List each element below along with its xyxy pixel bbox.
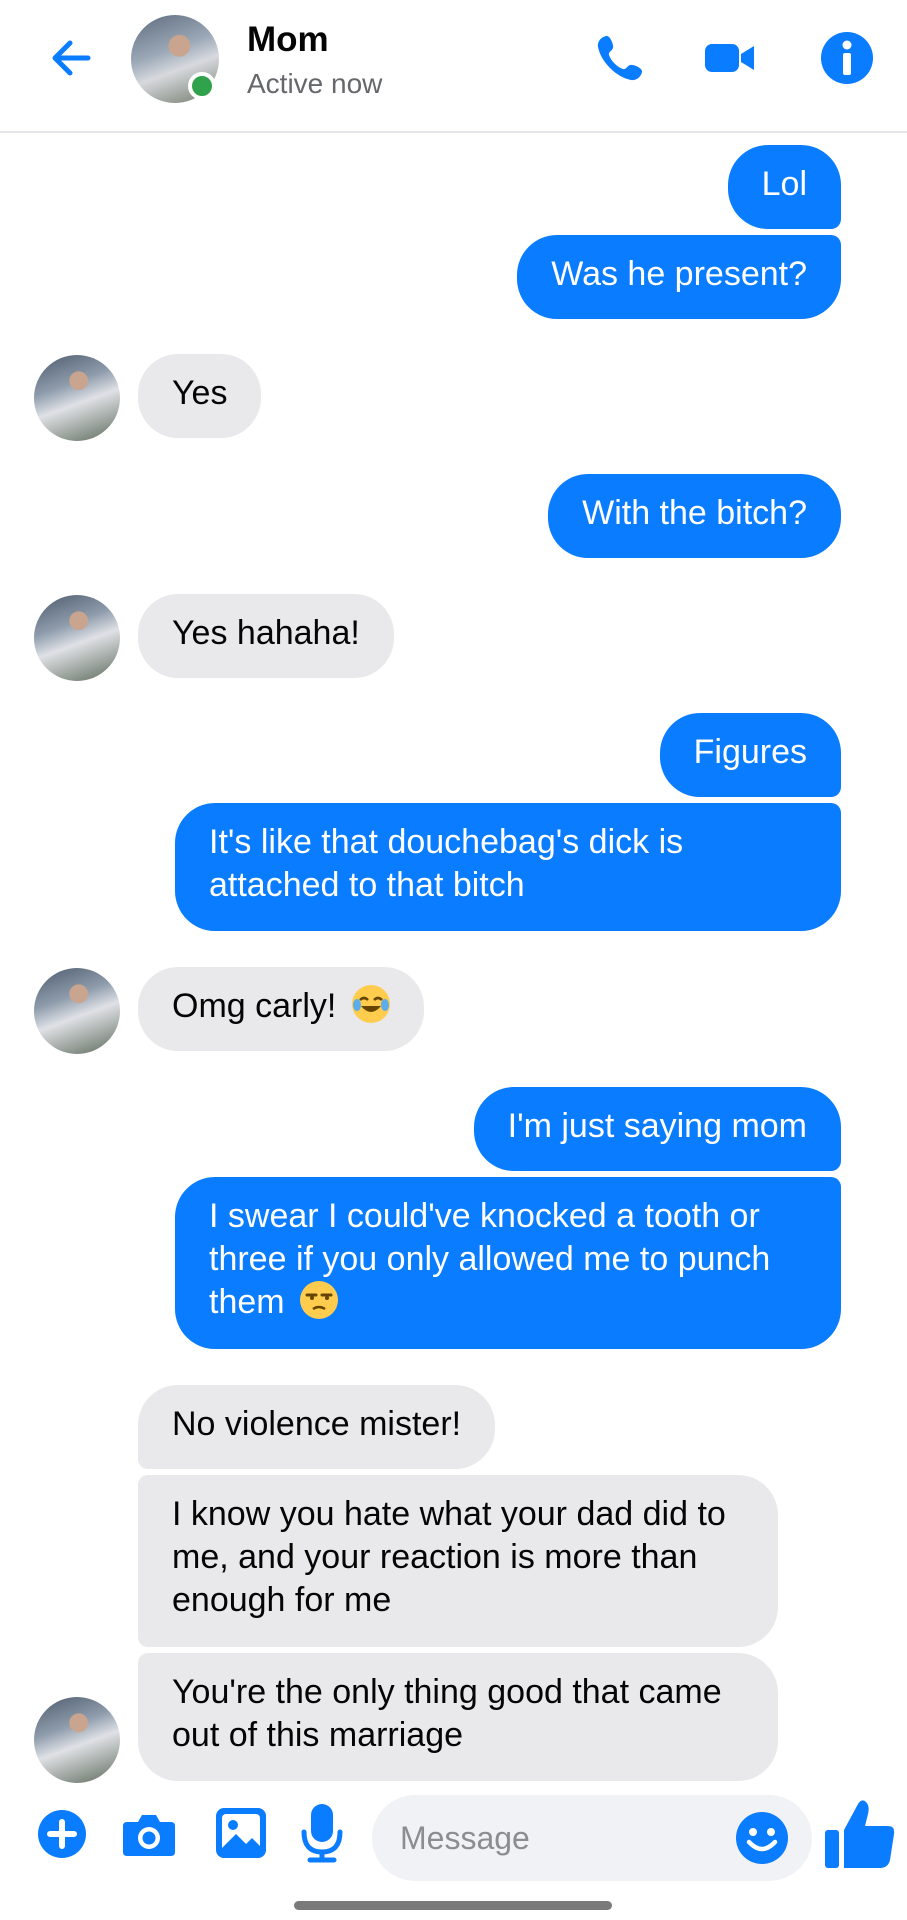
message-bubble-outgoing[interactable]: Figures [659, 713, 841, 797]
message-bubble-outgoing[interactable]: I swear I could've knocked a tooth or th… [175, 1177, 841, 1349]
message-bubble-incoming[interactable]: You're the only thing good that came out… [138, 1653, 778, 1781]
home-indicator[interactable] [294, 1901, 612, 1910]
tears-of-joy-emoji [351, 985, 390, 1023]
message-bubble-incoming[interactable]: Omg carly! [138, 967, 424, 1051]
sender-avatar[interactable] [34, 595, 120, 681]
online-indicator [188, 72, 216, 100]
microphone-icon[interactable] [300, 1802, 344, 1864]
message-text: I swear I could've knocked a tooth or th… [209, 1197, 771, 1321]
sender-avatar[interactable] [34, 355, 120, 441]
back-arrow-icon[interactable] [44, 30, 100, 86]
message-bubble-outgoing[interactable]: I'm just saying mom [473, 1087, 841, 1171]
contact-name[interactable]: Mom [247, 20, 329, 60]
message-bubble-outgoing[interactable]: It's like that douchebag's dick is attac… [175, 803, 841, 931]
plus-icon[interactable] [36, 1808, 88, 1860]
message-bubble-incoming[interactable]: No violence mister! [138, 1385, 496, 1469]
emoji-icon[interactable] [734, 1810, 790, 1866]
message-bubble-outgoing[interactable]: Was he present? [517, 235, 841, 319]
message-text: Omg carly! [172, 987, 337, 1025]
info-icon[interactable] [817, 28, 877, 88]
message-bubble-outgoing[interactable]: With the bitch? [548, 474, 841, 558]
message-bubble-incoming[interactable]: I know you hate what your dad did to me,… [138, 1475, 778, 1647]
phone-icon[interactable] [592, 30, 648, 86]
chat-header: Mom Active now [0, 0, 907, 133]
video-camera-icon[interactable] [702, 30, 758, 86]
thumbs-up-icon[interactable] [822, 1796, 898, 1872]
gallery-icon[interactable] [214, 1806, 268, 1860]
contact-status: Active now [247, 68, 383, 99]
sender-avatar[interactable] [34, 968, 120, 1054]
sender-avatar[interactable] [34, 1697, 120, 1783]
message-bubble-outgoing[interactable]: Lol [727, 145, 841, 229]
camera-icon[interactable] [121, 1808, 177, 1860]
message-bubble-incoming[interactable]: Yes hahaha! [138, 594, 394, 678]
message-bubble-incoming[interactable]: Yes [138, 354, 262, 438]
unamused-face-emoji [300, 1281, 339, 1319]
